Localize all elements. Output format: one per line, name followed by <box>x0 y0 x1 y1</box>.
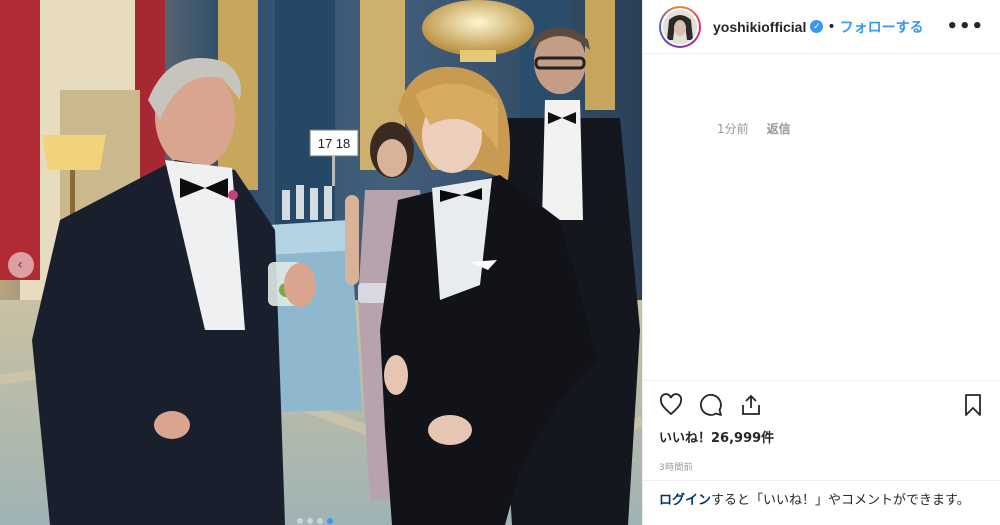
post-photo[interactable]: 17 18 ‹ <box>0 0 642 525</box>
follow-button[interactable]: フォローする <box>840 17 924 37</box>
avatar[interactable] <box>659 5 701 48</box>
comment-icon[interactable] <box>699 393 723 417</box>
photo-scene: 17 18 <box>0 0 642 525</box>
post-header: yoshikiofficial ✓ • フォローする ••• <box>643 0 1000 54</box>
login-link[interactable]: ログイン <box>659 493 711 508</box>
post-actions-block: いいね！26,999件 3時間前 <box>643 380 1000 473</box>
carousel-dot <box>297 518 303 524</box>
carousel-indicator <box>297 518 333 524</box>
table-number-sign: 17 18 <box>318 136 351 151</box>
separator-dot: • <box>827 18 836 35</box>
comment-meta: 1分前 返信 <box>717 120 791 137</box>
post-sidebar: yoshikiofficial ✓ • フォローする ••• 1分前 返信 いい… <box>642 0 1000 525</box>
action-bar <box>659 381 985 429</box>
carousel-previous-button[interactable]: ‹ <box>8 252 34 278</box>
bookmark-icon[interactable] <box>961 393 985 417</box>
login-prompt: ログインすると「いいね！」やコメントができます。 <box>643 480 1000 521</box>
profile-picture <box>663 9 697 44</box>
post-timestamp[interactable]: 3時間前 <box>659 460 985 473</box>
carousel-dot <box>317 518 323 524</box>
more-options-icon[interactable]: ••• <box>946 16 984 37</box>
comments-area: 1分前 返信 <box>643 54 1000 379</box>
carousel-dot-active <box>327 518 333 524</box>
username[interactable]: yoshikiofficial <box>713 19 806 35</box>
reply-button[interactable]: 返信 <box>767 120 791 137</box>
carousel-dot <box>307 518 313 524</box>
login-prompt-text: すると「いいね！」やコメントができます。 <box>711 493 970 508</box>
heart-icon[interactable] <box>659 393 683 417</box>
chevron-left-icon: ‹ <box>17 257 23 273</box>
share-icon[interactable] <box>739 393 763 417</box>
verified-badge-icon: ✓ <box>810 20 824 33</box>
like-count[interactable]: いいね！26,999件 <box>659 427 985 446</box>
comment-age: 1分前 <box>717 122 749 136</box>
